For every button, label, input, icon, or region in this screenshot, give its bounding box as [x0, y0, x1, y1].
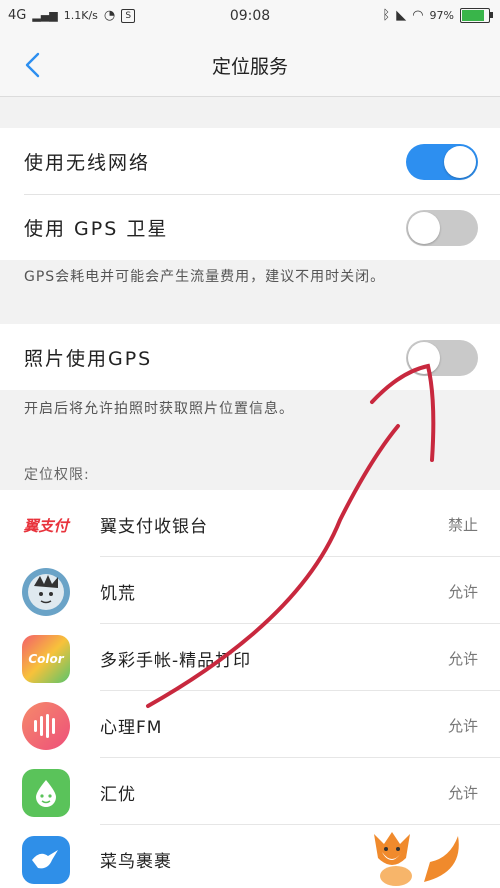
permissions-header: 定位权限: — [24, 467, 90, 483]
photo-gps-row[interactable]: 照片使用GPS — [0, 324, 500, 390]
app-row-huiyou[interactable]: 汇优 允许 — [0, 758, 500, 825]
wifi-icon: ◠ — [412, 8, 424, 23]
huiyou-icon — [22, 769, 70, 817]
fox-watermark-icon — [374, 832, 459, 886]
wifi-network-label: 使用无线网络 — [24, 152, 151, 174]
title-bar: 定位服务 — [0, 34, 500, 97]
app-name: 汇优 — [100, 785, 136, 805]
yizhifu-logo-icon: 翼支付 — [22, 501, 70, 549]
app-name: 翼支付收银台 — [100, 517, 208, 537]
photo-gps-toggle[interactable] — [406, 340, 478, 376]
gps-satellite-row[interactable]: 使用 GPS 卫星 — [0, 194, 500, 260]
location-source-group: 使用无线网络 使用 GPS 卫星 — [0, 128, 500, 260]
app-row-duocai[interactable]: Color 多彩手帐-精品打印 允许 — [0, 624, 500, 691]
wifi-network-row[interactable]: 使用无线网络 — [0, 128, 500, 194]
mute-icon: ◣ — [396, 8, 407, 23]
app-name: 菜鸟裹裹 — [100, 852, 172, 872]
battery-icon — [460, 8, 493, 23]
app-status: 禁止 — [447, 516, 478, 534]
app-row-yizhifu[interactable]: 翼支付 翼支付收银台 禁止 — [0, 490, 500, 557]
dont-starve-icon — [22, 568, 70, 616]
app-name: 心理FM — [100, 718, 163, 738]
gps-satellite-label: 使用 GPS 卫星 — [24, 218, 169, 240]
status-right: ᛒ ◣ ◠ 97% — [382, 8, 493, 23]
gps-satellite-toggle[interactable] — [406, 210, 478, 246]
app-row-jihuang[interactable]: 饥荒 允许 — [0, 557, 500, 624]
status-bar: 4G ▂▄▆ 1.1K/s ◔ S 09:08 ᛒ ◣ ◠ 97% — [0, 0, 500, 34]
app-status: 允许 — [447, 583, 478, 601]
color-notebook-icon: Color — [22, 635, 70, 683]
battery-percent: 97% — [429, 9, 454, 22]
bluetooth-icon: ᛒ — [382, 8, 391, 23]
bird-icon — [32, 850, 58, 869]
app-row-xinlifm[interactable]: 心理FM 允许 — [0, 691, 500, 758]
photo-gps-note: 开启后将允许拍照时获取照片位置信息。 — [24, 401, 294, 417]
page-title: 定位服务 — [211, 56, 288, 78]
app-status: 允许 — [447, 650, 478, 668]
gps-note: GPS会耗电并可能会产生流量费用，建议不用时关闭。 — [24, 269, 386, 285]
photo-gps-group: 照片使用GPS — [0, 324, 500, 390]
app-name: 饥荒 — [100, 584, 136, 604]
app-status: 允许 — [447, 784, 478, 802]
sound-wave-icon — [34, 714, 55, 738]
wifi-network-toggle[interactable] — [406, 144, 478, 180]
photo-gps-label: 照片使用GPS — [24, 348, 153, 370]
app-status: 允许 — [447, 717, 478, 735]
xinli-fm-icon — [22, 702, 70, 750]
character-face-icon — [28, 574, 64, 610]
app-name: 多彩手帐-精品打印 — [100, 651, 252, 671]
droplet-face-icon — [36, 780, 56, 807]
cainiao-icon — [22, 836, 70, 884]
